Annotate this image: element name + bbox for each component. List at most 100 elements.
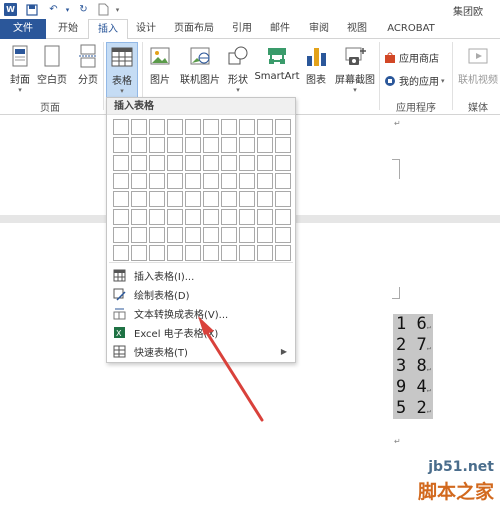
table-grid-cell[interactable] xyxy=(167,173,183,189)
page-break-button[interactable]: 分页 xyxy=(70,42,106,100)
screenshot-button[interactable]: 屏幕截图 ▾ xyxy=(332,42,378,100)
tab-design[interactable]: 设计 xyxy=(132,19,160,39)
table-grid-cell[interactable] xyxy=(221,173,237,189)
table-grid-cell[interactable] xyxy=(131,227,147,243)
table-grid-cell[interactable] xyxy=(221,209,237,225)
table-grid-cell[interactable] xyxy=(257,191,273,207)
table-grid-cell[interactable] xyxy=(113,119,129,135)
tab-review[interactable]: 审阅 xyxy=(305,19,333,39)
selected-text-block[interactable]: 1 6↵ 2 7↵ 3 8↵ 9 4↵ 5 2↵ xyxy=(393,314,433,419)
table-grid-cell[interactable] xyxy=(131,155,147,171)
customize-qat-icon[interactable]: ▾ xyxy=(110,2,125,17)
table-grid-cell[interactable] xyxy=(203,155,219,171)
store-button[interactable]: 应用商店 xyxy=(384,50,439,65)
table-grid-cell[interactable] xyxy=(239,119,255,135)
shapes-button[interactable]: 形状 ▾ xyxy=(224,42,252,100)
table-grid-cell[interactable] xyxy=(185,119,201,135)
table-grid-cell[interactable] xyxy=(149,191,165,207)
table-grid-cell[interactable] xyxy=(239,191,255,207)
table-grid-cell[interactable] xyxy=(167,245,183,261)
table-grid-cell[interactable] xyxy=(185,137,201,153)
table-grid-cell[interactable] xyxy=(257,245,273,261)
table-grid-cell[interactable] xyxy=(221,227,237,243)
undo-icon[interactable]: ↶ xyxy=(46,2,61,17)
table-grid-cell[interactable] xyxy=(131,119,147,135)
table-grid-cell[interactable] xyxy=(113,209,129,225)
table-grid-cell[interactable] xyxy=(149,155,165,171)
menu-item-quick-tables[interactable]: 快速表格(T) ▶ xyxy=(109,342,293,361)
table-grid-cell[interactable] xyxy=(185,173,201,189)
table-grid-cell[interactable] xyxy=(203,137,219,153)
table-grid-cell[interactable] xyxy=(203,173,219,189)
table-grid-cell[interactable] xyxy=(221,119,237,135)
tab-view[interactable]: 视图 xyxy=(343,19,371,39)
table-grid-cell[interactable] xyxy=(239,245,255,261)
tab-mailings[interactable]: 邮件 xyxy=(266,19,294,39)
table-grid-cell[interactable] xyxy=(131,137,147,153)
table-grid-cell[interactable] xyxy=(257,227,273,243)
table-grid-cell[interactable] xyxy=(113,191,129,207)
table-grid-cell[interactable] xyxy=(239,209,255,225)
table-grid-cell[interactable] xyxy=(257,137,273,153)
table-grid-cell[interactable] xyxy=(221,191,237,207)
table-grid-cell[interactable] xyxy=(131,209,147,225)
table-grid-cell[interactable] xyxy=(203,227,219,243)
table-grid-cell[interactable] xyxy=(149,119,165,135)
table-grid-cell[interactable] xyxy=(185,155,201,171)
blank-page-button[interactable]: 空白页 xyxy=(34,42,70,100)
table-grid-cell[interactable] xyxy=(257,155,273,171)
smartart-button[interactable]: SmartArt xyxy=(254,42,300,100)
table-grid-cell[interactable] xyxy=(275,209,291,225)
table-grid-cell[interactable] xyxy=(221,155,237,171)
picture-button[interactable]: 图片 xyxy=(146,42,174,100)
table-grid-cell[interactable] xyxy=(257,119,273,135)
tab-references[interactable]: 引用 xyxy=(228,19,256,39)
tab-insert[interactable]: 插入 xyxy=(88,19,128,40)
table-grid-cell[interactable] xyxy=(239,173,255,189)
table-grid-cell[interactable] xyxy=(185,191,201,207)
table-grid-cell[interactable] xyxy=(275,173,291,189)
table-grid-cell[interactable] xyxy=(239,155,255,171)
table-grid-cell[interactable] xyxy=(167,227,183,243)
table-grid-cell[interactable] xyxy=(113,173,129,189)
undo-dropdown-icon[interactable]: ▾ xyxy=(60,2,75,17)
table-grid-cell[interactable] xyxy=(113,155,129,171)
table-grid-cell[interactable] xyxy=(113,245,129,261)
table-grid-cell[interactable] xyxy=(257,209,273,225)
table-grid-cell[interactable] xyxy=(275,155,291,171)
table-grid-cell[interactable] xyxy=(239,137,255,153)
tab-acrobat[interactable]: ACROBAT xyxy=(382,19,440,39)
my-apps-button[interactable]: 我的应用 ▾ xyxy=(384,73,445,88)
menu-item-insert-table[interactable]: 插入表格(I)... xyxy=(109,266,293,285)
table-grid-cell[interactable] xyxy=(203,209,219,225)
table-grid-cell[interactable] xyxy=(221,245,237,261)
table-grid-cell[interactable] xyxy=(221,137,237,153)
table-grid-cell[interactable] xyxy=(275,227,291,243)
table-grid-cell[interactable] xyxy=(131,173,147,189)
table-grid-cell[interactable] xyxy=(185,227,201,243)
table-grid-cell[interactable] xyxy=(149,137,165,153)
table-grid-cell[interactable] xyxy=(113,227,129,243)
menu-item-excel-spreadsheet[interactable]: X Excel 电子表格(X) xyxy=(109,323,293,342)
tab-file[interactable]: 文件 xyxy=(0,19,46,39)
table-grid-cell[interactable] xyxy=(203,119,219,135)
table-grid-cell[interactable] xyxy=(185,209,201,225)
table-grid-cell[interactable] xyxy=(131,191,147,207)
table-grid-cell[interactable] xyxy=(113,137,129,153)
cover-page-button[interactable]: 封面 ▾ xyxy=(2,42,38,100)
table-size-grid[interactable] xyxy=(113,119,291,261)
table-grid-cell[interactable] xyxy=(203,245,219,261)
table-grid-cell[interactable] xyxy=(185,245,201,261)
tab-page-layout[interactable]: 页面布局 xyxy=(170,19,218,39)
table-grid-cell[interactable] xyxy=(149,227,165,243)
tab-home[interactable]: 开始 xyxy=(54,19,82,39)
table-grid-cell[interactable] xyxy=(239,227,255,243)
menu-item-text-to-table[interactable]: 文本转换成表格(V)... xyxy=(109,304,293,323)
table-grid-cell[interactable] xyxy=(149,245,165,261)
table-grid-cell[interactable] xyxy=(167,137,183,153)
save-icon[interactable] xyxy=(24,2,39,17)
table-grid-cell[interactable] xyxy=(149,173,165,189)
table-button[interactable]: 表格 ▾ xyxy=(106,42,138,100)
menu-item-draw-table[interactable]: 绘制表格(D) xyxy=(109,285,293,304)
chart-button[interactable]: 图表 xyxy=(302,42,330,100)
